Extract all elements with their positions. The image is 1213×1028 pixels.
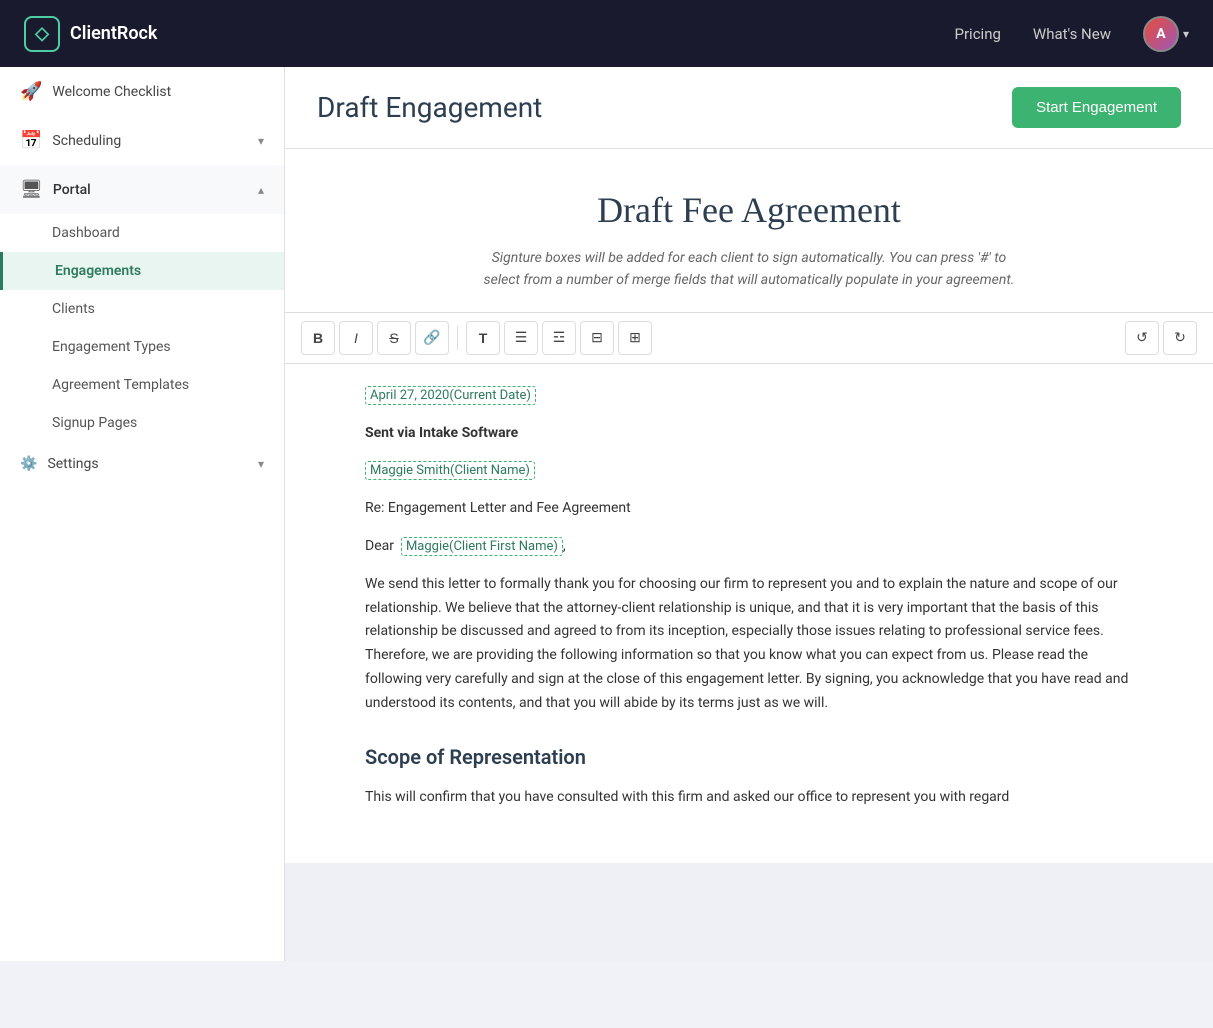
brand-logo[interactable]: ◇ ClientRock bbox=[24, 16, 157, 52]
document-title: Draft Fee Agreement bbox=[305, 189, 1193, 231]
bullet-list-button[interactable]: ☰ bbox=[504, 321, 538, 355]
logo-icon: ◇ bbox=[24, 16, 60, 52]
user-menu[interactable]: A ▾ bbox=[1143, 16, 1189, 52]
undo-button[interactable]: ↺ bbox=[1125, 321, 1159, 355]
bold-button[interactable]: B bbox=[301, 321, 335, 355]
sidebar-item-welcome[interactable]: 🚀 Welcome Checklist bbox=[0, 67, 284, 116]
sidebar-item-engagement-types[interactable]: Engagement Types bbox=[0, 328, 284, 366]
sent-via-text: Sent via Intake Software bbox=[365, 425, 518, 441]
client-first-name-field: Maggie(Client First Name) bbox=[401, 537, 563, 556]
dear-text: Dear bbox=[365, 538, 394, 554]
sidebar: 🚀 Welcome Checklist 📅 Scheduling ▾ 🖥 Por… bbox=[0, 67, 285, 961]
scope-paragraph: This will confirm that you have consulte… bbox=[365, 786, 1133, 810]
sidebar-item-settings[interactable]: ⚙️ Settings ▾ bbox=[0, 442, 284, 486]
toolbar-divider-1 bbox=[457, 326, 458, 350]
toolbar-left: B I S 🔗 T ☰ ☲ ⊟ ⊞ bbox=[301, 321, 652, 355]
sidebar-portal-label: Portal bbox=[53, 182, 91, 198]
client-name-block: Maggie Smith(Client Name) bbox=[365, 459, 1133, 483]
sidebar-settings-label: Settings bbox=[47, 456, 98, 472]
scope-text: This will confirm that you have consulte… bbox=[365, 789, 1009, 805]
avatar-initials: A bbox=[1156, 26, 1165, 42]
page-header: Draft Engagement Start Engagement bbox=[285, 67, 1213, 149]
indent-increase-button[interactable]: ⊞ bbox=[618, 321, 652, 355]
sidebar-item-engagements[interactable]: Engagements bbox=[0, 252, 284, 290]
sidebar-scheduling-label: Scheduling bbox=[52, 133, 121, 149]
start-engagement-button[interactable]: Start Engagement bbox=[1012, 87, 1181, 128]
body-text-1: We send this letter to formally thank yo… bbox=[365, 576, 1128, 711]
portal-subnav: Dashboard Engagements Clients Engagement… bbox=[0, 214, 284, 442]
font-size-button[interactable]: T bbox=[466, 321, 500, 355]
nav-links: Pricing What's New A ▾ bbox=[955, 16, 1190, 52]
portal-icon: 🖥 bbox=[20, 179, 43, 200]
ordered-list-button[interactable]: ☲ bbox=[542, 321, 576, 355]
editor-toolbar: B I S 🔗 T ☰ ☲ ⊟ ⊞ ↺ ↻ bbox=[285, 312, 1213, 364]
document-area: Draft Fee Agreement Signture boxes will … bbox=[285, 149, 1213, 863]
avatar-chevron-icon: ▾ bbox=[1183, 27, 1189, 41]
calendar-icon: 📅 bbox=[20, 130, 42, 151]
sidebar-portal-header[interactable]: 🖥 Portal ▴ bbox=[0, 165, 284, 214]
document-title-area: Draft Fee Agreement Signture boxes will … bbox=[285, 149, 1213, 312]
date-block: April 27, 2020(Current Date) bbox=[365, 384, 1133, 408]
italic-button[interactable]: I bbox=[339, 321, 373, 355]
sidebar-item-dashboard[interactable]: Dashboard bbox=[0, 214, 284, 252]
re-line-text: Re: Engagement Letter and Fee Agreement bbox=[365, 500, 631, 516]
portal-chevron-icon: ▴ bbox=[258, 183, 264, 197]
settings-chevron-icon: ▾ bbox=[258, 457, 264, 471]
strikethrough-button[interactable]: S bbox=[377, 321, 411, 355]
sidebar-item-scheduling[interactable]: 📅 Scheduling ▾ bbox=[0, 116, 284, 165]
redo-button[interactable]: ↻ bbox=[1163, 321, 1197, 355]
rocket-icon: 🚀 bbox=[20, 81, 42, 102]
sent-via-block: Sent via Intake Software bbox=[365, 422, 1133, 446]
body-paragraph-1: We send this letter to formally thank yo… bbox=[365, 573, 1133, 716]
toolbar-right: ↺ ↻ bbox=[1125, 321, 1197, 355]
main-layout: 🚀 Welcome Checklist 📅 Scheduling ▾ 🖥 Por… bbox=[0, 67, 1213, 961]
sidebar-item-agreement-templates[interactable]: Agreement Templates bbox=[0, 366, 284, 404]
settings-icon: ⚙️ bbox=[20, 456, 37, 472]
current-date-field: April 27, 2020(Current Date) bbox=[365, 386, 536, 405]
top-navigation: ◇ ClientRock Pricing What's New A ▾ bbox=[0, 0, 1213, 67]
sidebar-welcome-label: Welcome Checklist bbox=[52, 84, 171, 100]
sidebar-portal-section: 🖥 Portal ▴ Dashboard Engagements Clients… bbox=[0, 165, 284, 442]
sidebar-item-clients[interactable]: Clients bbox=[0, 290, 284, 328]
main-content: Draft Engagement Start Engagement Draft … bbox=[285, 67, 1213, 961]
document-subtitle: Signture boxes will be added for each cl… bbox=[449, 247, 1049, 292]
dear-block: Dear Maggie(Client First Name), bbox=[365, 535, 1133, 559]
scheduling-chevron-icon: ▾ bbox=[258, 134, 264, 148]
re-line-block: Re: Engagement Letter and Fee Agreement bbox=[365, 497, 1133, 521]
indent-decrease-button[interactable]: ⊟ bbox=[580, 321, 614, 355]
pricing-link[interactable]: Pricing bbox=[955, 25, 1001, 43]
page-title: Draft Engagement bbox=[317, 91, 542, 124]
whats-new-link[interactable]: What's New bbox=[1033, 25, 1111, 43]
link-button[interactable]: 🔗 bbox=[415, 321, 449, 355]
scope-heading: Scope of Representation bbox=[365, 740, 1133, 774]
brand-name: ClientRock bbox=[70, 23, 157, 44]
document-body[interactable]: April 27, 2020(Current Date) Sent via In… bbox=[285, 364, 1213, 864]
client-name-field: Maggie Smith(Client Name) bbox=[365, 461, 535, 480]
dear-comma: , bbox=[563, 538, 566, 554]
avatar[interactable]: A bbox=[1143, 16, 1179, 52]
sidebar-item-signup-pages[interactable]: Signup Pages bbox=[0, 404, 284, 442]
